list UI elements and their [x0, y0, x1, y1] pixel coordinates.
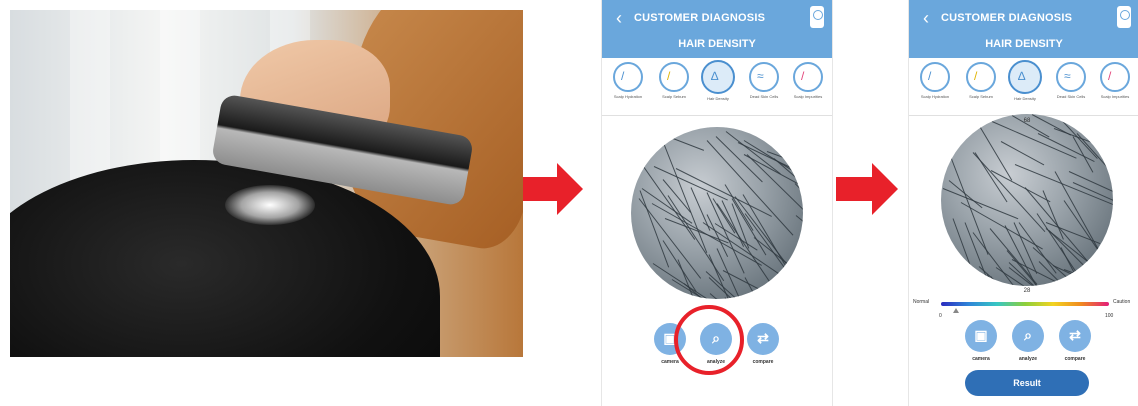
- hair-density-icon: ∆: [701, 60, 735, 94]
- hair-strand: [945, 144, 990, 256]
- category-dead-skin-cells[interactable]: ≈ Dead Skin Cells: [1051, 58, 1091, 99]
- phone-screen-result: ‹ CUSTOMER DIAGNOSIS HAIR DENSITY / Scal…: [908, 0, 1138, 406]
- category-label: Dead Skin Cells: [1056, 94, 1086, 99]
- analyze-button[interactable]: ⌕: [1012, 320, 1044, 352]
- hair-strand: [742, 194, 799, 288]
- section-title: HAIR DENSITY: [985, 38, 1063, 50]
- analyze-icon: ⌕: [1024, 327, 1032, 343]
- category-label: Dead Skin Cells: [749, 94, 779, 99]
- category-label: Hair Density: [1014, 96, 1036, 101]
- scale-max: 100: [1105, 313, 1114, 319]
- scale-marker: [953, 308, 959, 313]
- category-scalp-sebum[interactable]: / Scalp Sebum: [654, 58, 694, 99]
- camera-label: camera: [972, 356, 990, 362]
- scalp-scanner-photo: [10, 10, 523, 357]
- hair-strand: [676, 167, 773, 217]
- category-scalp-impurities[interactable]: / Scalp Impurities: [1095, 58, 1135, 99]
- page-title: CUSTOMER DIAGNOSIS: [941, 12, 1073, 24]
- hair-strand: [1110, 273, 1113, 286]
- hair-density-icon: ∆: [1008, 60, 1042, 94]
- compare-button[interactable]: ⇄: [747, 323, 779, 355]
- scanner-light: [225, 185, 315, 225]
- category-scalp-impurities[interactable]: / Scalp Impurities: [788, 58, 828, 99]
- phone-screen-capture: ‹ CUSTOMER DIAGNOSIS HAIR DENSITY / Scal…: [601, 0, 833, 406]
- hair-strand: [652, 263, 754, 299]
- hair-strand: [795, 215, 803, 244]
- category-label: Scalp Sebum: [662, 94, 686, 99]
- hair-strand: [992, 120, 1077, 159]
- category-scalp-sebum[interactable]: / Scalp Sebum: [961, 58, 1001, 99]
- section-title: HAIR DENSITY: [678, 38, 756, 50]
- compare-label: compare: [1064, 356, 1086, 362]
- analyze-label: analyze: [1018, 356, 1038, 362]
- category-label: Hair Density: [707, 96, 729, 101]
- density-top-value: 68: [1023, 118, 1031, 124]
- category-dead-skin-cells[interactable]: ≈ Dead Skin Cells: [744, 58, 784, 99]
- density-scale-bar: [941, 302, 1109, 306]
- hair-strand: [794, 183, 803, 240]
- category-label: Scalp Hydration: [613, 94, 643, 99]
- category-label: Scalp Impurities: [793, 94, 823, 99]
- dead-skin-cells-icon: ≈: [749, 62, 779, 92]
- compare-icon: ⇄: [1069, 327, 1081, 343]
- camera-icon: ▣: [974, 327, 988, 343]
- scale-min: 0: [939, 313, 942, 319]
- scalp-hydration-icon: /: [613, 62, 643, 92]
- hair-strand: [1001, 141, 1046, 166]
- result-button[interactable]: Result: [965, 370, 1089, 396]
- back-icon[interactable]: ‹: [616, 8, 622, 29]
- category-bar: / Scalp Hydration / Scalp Sebum ∆ Hair D…: [602, 58, 832, 116]
- report-icon[interactable]: [810, 6, 824, 28]
- hair-strand: [1042, 190, 1065, 240]
- category-scalp-hydration[interactable]: / Scalp Hydration: [915, 58, 955, 99]
- compare-label: compare: [752, 359, 774, 365]
- density-bottom-value: 28: [1023, 288, 1031, 294]
- compare-icon: ⇄: [757, 330, 769, 346]
- highlight-circle: [674, 305, 744, 375]
- category-scalp-hydration[interactable]: / Scalp Hydration: [608, 58, 648, 99]
- scale-right-label: Caution: [1113, 299, 1131, 305]
- category-label: Scalp Impurities: [1100, 94, 1130, 99]
- scalp-hydration-icon: /: [920, 62, 950, 92]
- scalp-impurities-icon: /: [1100, 62, 1130, 92]
- back-icon[interactable]: ‹: [923, 8, 929, 29]
- category-hair-density[interactable]: ∆ Hair Density: [1005, 58, 1045, 101]
- category-bar: / Scalp Hydration / Scalp Sebum ∆ Hair D…: [909, 58, 1138, 116]
- hair-strand: [1076, 133, 1113, 228]
- category-hair-density[interactable]: ∆ Hair Density: [698, 58, 738, 101]
- dead-skin-cells-icon: ≈: [1056, 62, 1086, 92]
- scalp-sebum-icon: /: [966, 62, 996, 92]
- scalp-image: [941, 114, 1113, 286]
- hair-strand: [639, 190, 670, 268]
- hair-strand: [683, 283, 757, 299]
- compare-button[interactable]: ⇄: [1059, 320, 1091, 352]
- report-icon[interactable]: [1117, 6, 1131, 28]
- category-label: Scalp Sebum: [969, 94, 993, 99]
- camera-button[interactable]: ▣: [965, 320, 997, 352]
- scale-left-label: Normal: [913, 299, 930, 305]
- scalp-image: [631, 127, 803, 299]
- category-label: Scalp Hydration: [920, 94, 950, 99]
- scalp-sebum-icon: /: [659, 62, 689, 92]
- page-title: CUSTOMER DIAGNOSIS: [634, 12, 766, 24]
- scalp-impurities-icon: /: [793, 62, 823, 92]
